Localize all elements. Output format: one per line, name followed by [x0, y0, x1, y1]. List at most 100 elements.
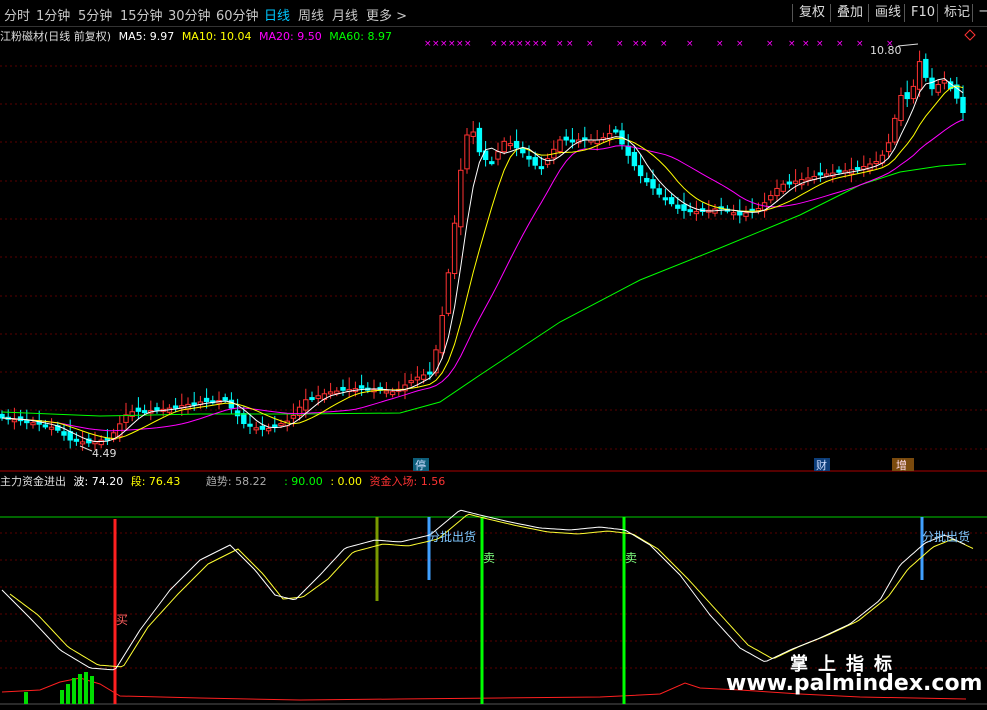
candle-body [427, 371, 433, 375]
candle-body [768, 195, 774, 201]
x-marker: × [448, 39, 456, 49]
candle-body [290, 414, 297, 419]
candle-body [154, 407, 160, 411]
candle-body [805, 177, 811, 181]
candle-body [780, 183, 786, 192]
candle-body [730, 212, 737, 216]
candle-body [904, 92, 910, 100]
inflow-bar [60, 690, 64, 704]
candle-body [234, 410, 241, 417]
x-marker: × [856, 39, 864, 49]
batch-sell-label-2: 分批出货 [922, 529, 970, 544]
inflow-bar [84, 672, 88, 704]
candle-body [30, 422, 36, 426]
candle-body [538, 166, 545, 170]
batch-sell-label-1: 分批出货 [428, 529, 476, 544]
candle-body [420, 374, 427, 380]
x-marker: × [516, 39, 524, 49]
candle-body [644, 177, 650, 183]
candle-body [520, 147, 526, 154]
candle-body [340, 386, 346, 391]
candlesticks [0, 50, 966, 451]
chart-canvas[interactable]: × × × × × × × × × × × × × × × × × × × × × × × × × × × × × × 4.49 10.8… [0, 0, 987, 710]
candle-body [334, 390, 340, 394]
candle-body [247, 423, 253, 427]
sell-signal-label-1: 卖 [483, 551, 495, 565]
candle-body [79, 441, 86, 445]
candle-body [278, 423, 284, 427]
x-marker: × [716, 39, 724, 49]
candle-body [526, 155, 532, 160]
inflow-bar [78, 674, 82, 704]
x-marker: × [816, 39, 824, 49]
candle-body [774, 187, 780, 197]
candle-body [737, 210, 743, 216]
candle-body [892, 117, 898, 143]
candle-body [458, 169, 464, 228]
candle-body [563, 136, 569, 141]
candle-body [172, 405, 179, 409]
candle-body [544, 158, 551, 165]
financial-report-label: 财 [816, 458, 827, 472]
inflow-bar [24, 692, 28, 704]
ma5-line [1, 77, 964, 442]
candle-body [854, 167, 861, 171]
candle-body [389, 391, 396, 396]
candle-body [631, 151, 638, 167]
candle-body [309, 397, 315, 401]
watermark-url: www.palmindex.com [726, 671, 983, 696]
candle-body [675, 204, 681, 209]
candle-body [92, 441, 98, 445]
x-marker: × [616, 39, 624, 49]
share-increase-label: 增 [896, 458, 907, 472]
suspension-marker-label: 停 [415, 458, 426, 472]
candle-body [755, 208, 762, 212]
candle-body [823, 173, 830, 177]
candle-body [265, 428, 272, 432]
candle-body [687, 209, 693, 213]
x-marker: × [490, 39, 498, 49]
candle-body [259, 425, 266, 430]
candle-body [408, 380, 414, 384]
candle-body [662, 197, 669, 201]
ma20-line [1, 119, 964, 432]
low-price-annotation: 4.49 [79, 445, 117, 460]
candle-body [817, 172, 824, 176]
candle-body [61, 431, 67, 436]
x-marker: × [736, 39, 744, 49]
candle-body [650, 179, 656, 189]
candle-body [464, 134, 470, 170]
candle-body [42, 424, 49, 428]
candle-body [272, 424, 278, 428]
x-marker: × [836, 39, 844, 49]
candle-body [98, 439, 104, 446]
x-marker: × [424, 39, 432, 49]
candle-body [513, 140, 520, 149]
candle-body [222, 397, 228, 401]
candle-body [960, 96, 966, 113]
candle-body [203, 397, 210, 402]
high-price-label: 10.80 [870, 44, 902, 57]
x-marker: × [632, 39, 640, 49]
high-price-annotation: 10.80 [870, 43, 919, 57]
candle-body [935, 84, 941, 93]
candle-body [668, 197, 675, 205]
capital-inflow-bars [24, 672, 94, 704]
segment-line [9, 513, 974, 668]
sell-signal-label-2: 卖 [625, 551, 637, 565]
diamond-icon [964, 29, 976, 41]
candle-body [253, 427, 259, 431]
ma10-line [1, 85, 964, 440]
candle-body [476, 127, 483, 153]
signal-x-markers: × × × × × × × × × × × × × × × × × × × × × × × × × × × × × × [424, 39, 894, 49]
x-marker: × [440, 39, 448, 49]
candle-body [433, 349, 439, 374]
x-marker: × [556, 39, 564, 49]
x-marker: × [532, 39, 540, 49]
candle-body [681, 204, 687, 211]
candle-body [916, 61, 923, 90]
candle-body [898, 95, 904, 122]
candle-body [625, 145, 631, 156]
buy-signal-label: 买 [116, 613, 128, 627]
candle-body [656, 188, 662, 195]
